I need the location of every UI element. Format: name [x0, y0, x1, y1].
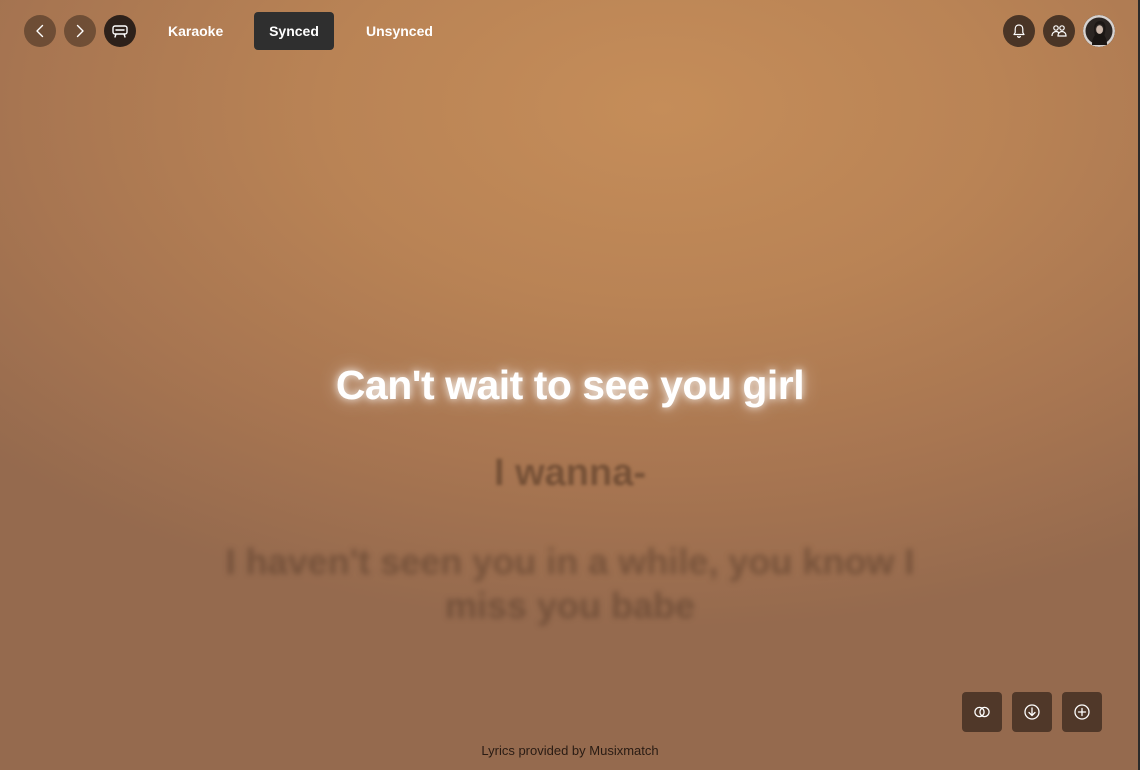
dual-lyrics-button[interactable] — [962, 692, 1002, 732]
tab-karaoke[interactable]: Karaoke — [153, 12, 238, 50]
top-bar: Karaoke Synced Unsynced — [0, 0, 1140, 62]
friends-activity-icon — [1051, 25, 1067, 37]
current-lyric-line[interactable]: Can't wait to see you girl — [0, 362, 1140, 409]
notifications-button[interactable] — [1003, 15, 1035, 47]
tab-synced[interactable]: Synced — [254, 12, 334, 50]
lyrics-view: Karaoke Synced Unsynced Can't wait to se… — [0, 0, 1140, 770]
chevron-right-icon — [76, 24, 84, 38]
chevron-left-icon — [36, 24, 44, 38]
lyrics-mode-button[interactable] — [104, 15, 136, 47]
karaoke-mode-icon — [112, 25, 128, 38]
forward-button[interactable] — [64, 15, 96, 47]
lyrics-credit: Lyrics provided by Musixmatch — [481, 743, 659, 758]
avatar-image — [1083, 15, 1115, 47]
download-circle-icon — [1024, 704, 1040, 720]
user-avatar[interactable] — [1083, 15, 1115, 47]
next-lyric-line[interactable]: I wanna- — [0, 452, 1140, 495]
download-button[interactable] — [1012, 692, 1052, 732]
friends-activity-button[interactable] — [1043, 15, 1075, 47]
dual-lyrics-icon — [974, 706, 990, 718]
bell-icon — [1013, 24, 1025, 38]
tab-unsynced[interactable]: Unsynced — [351, 12, 448, 50]
add-button[interactable] — [1062, 692, 1102, 732]
upcoming-lyric-line[interactable]: I haven't seen you in a while, you know … — [200, 540, 940, 628]
back-button[interactable] — [24, 15, 56, 47]
plus-circle-icon — [1074, 704, 1090, 720]
